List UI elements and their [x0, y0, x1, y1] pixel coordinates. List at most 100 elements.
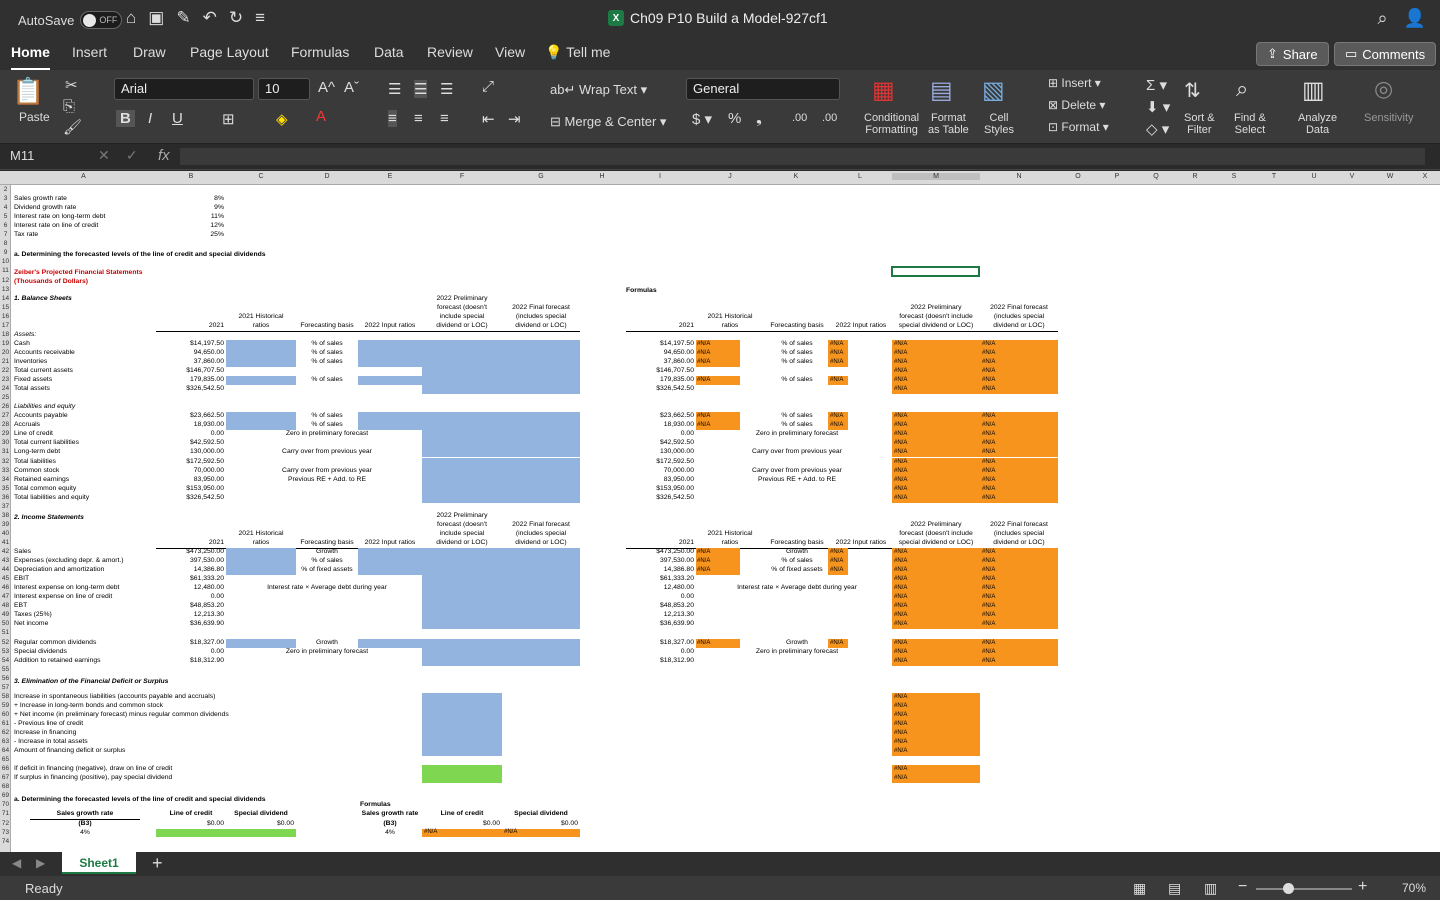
row-header[interactable]: 32: [0, 458, 11, 465]
row-header[interactable]: 4: [0, 204, 11, 211]
row-header[interactable]: 62: [0, 729, 11, 736]
row-header[interactable]: 9: [0, 249, 11, 256]
column-header-c[interactable]: C: [226, 173, 296, 180]
row-header[interactable]: 11: [0, 267, 11, 274]
merge-center-button[interactable]: ⊟ Merge & Center ▾: [550, 114, 666, 130]
column-header-r[interactable]: R: [1176, 173, 1214, 180]
row-header[interactable]: 23: [0, 376, 11, 383]
row-header[interactable]: 72: [0, 820, 11, 827]
row-header[interactable]: 8: [0, 240, 11, 247]
input-value[interactable]: 9%: [160, 204, 224, 212]
row-header[interactable]: 69: [0, 792, 11, 799]
percent-icon[interactable]: %: [728, 110, 741, 127]
row-header[interactable]: 70: [0, 801, 11, 808]
row-header[interactable]: 40: [0, 530, 11, 537]
column-header-l[interactable]: L: [828, 173, 892, 180]
row-header[interactable]: 63: [0, 738, 11, 745]
row-header[interactable]: 2: [0, 186, 11, 193]
row-header[interactable]: 60: [0, 711, 11, 718]
orientation-icon[interactable]: ⤢: [482, 78, 494, 95]
sort-filter-button[interactable]: Sort & Filter: [1184, 112, 1215, 136]
column-header-m[interactable]: M: [892, 173, 980, 180]
customize-icon[interactable]: ≡: [255, 8, 265, 28]
format-painter-icon[interactable]: 🖌: [63, 118, 82, 136]
row-header[interactable]: 58: [0, 693, 11, 700]
format-cells-button[interactable]: ⊡ Format ▾: [1048, 120, 1109, 134]
redo-icon[interactable]: ↻: [229, 8, 243, 28]
row-header[interactable]: 52: [0, 639, 11, 646]
column-header-a[interactable]: A: [11, 173, 156, 180]
column-header-i[interactable]: I: [624, 173, 696, 180]
row-header[interactable]: 6: [0, 222, 11, 229]
zoom-slider[interactable]: [1256, 888, 1352, 890]
column-header-o[interactable]: O: [1058, 173, 1098, 180]
zoom-slider-thumb[interactable]: [1283, 883, 1294, 894]
row-header[interactable]: 30: [0, 439, 11, 446]
align-top-icon[interactable]: ☰: [388, 80, 401, 98]
row-header[interactable]: 66: [0, 765, 11, 772]
sensitivity-icon[interactable]: ◎: [1374, 76, 1393, 102]
comments-button[interactable]: ▭ Comments: [1334, 42, 1437, 66]
align-middle-icon[interactable]: ☰: [414, 80, 428, 98]
edit-icon[interactable]: ✎: [176, 8, 190, 28]
sort-filter-icon[interactable]: ⇅: [1184, 78, 1201, 103]
row-header[interactable]: 43: [0, 557, 11, 564]
column-header-s[interactable]: S: [1214, 173, 1254, 180]
page-break-view-icon[interactable]: ▥: [1204, 880, 1217, 897]
copy-icon[interactable]: ⎘: [63, 98, 75, 115]
conditional-formatting-button[interactable]: Conditional Formatting: [864, 112, 919, 136]
tab-insert[interactable]: Insert: [72, 44, 107, 60]
column-header-n[interactable]: N: [980, 173, 1058, 180]
row-header[interactable]: 7: [0, 231, 11, 238]
currency-icon[interactable]: $ ▾: [692, 110, 712, 128]
column-header-p[interactable]: P: [1098, 173, 1136, 180]
page-layout-view-icon[interactable]: ▤: [1168, 880, 1181, 897]
row-header[interactable]: 24: [0, 385, 11, 392]
row-header[interactable]: 54: [0, 657, 11, 664]
underline-icon[interactable]: U: [172, 110, 183, 127]
worksheet-grid[interactable]: ABCDEFGHIJKLMNOPQRSTUVWX 2 3 4 5 6 7 8 9 10 11 12 1…: [0, 171, 1440, 852]
row-header[interactable]: 61: [0, 720, 11, 727]
tab-review[interactable]: Review: [427, 44, 473, 60]
decrease-indent-icon[interactable]: ⇤: [482, 110, 495, 128]
row-header[interactable]: 17: [0, 322, 11, 329]
row-header[interactable]: 37: [0, 503, 11, 510]
find-select-button[interactable]: Find & Select: [1234, 112, 1266, 136]
row-header[interactable]: 27: [0, 412, 11, 419]
search-icon[interactable]: ⌕: [1377, 8, 1387, 29]
row-header[interactable]: 16: [0, 313, 11, 320]
home-icon[interactable]: ⌂: [126, 8, 136, 28]
font-color-icon[interactable]: A: [316, 108, 326, 125]
row-header[interactable]: 46: [0, 584, 11, 591]
zoom-in-icon[interactable]: +: [1358, 878, 1367, 896]
row-header[interactable]: 53: [0, 648, 11, 655]
column-header-w[interactable]: W: [1370, 173, 1410, 180]
formula-input[interactable]: [180, 148, 1425, 165]
analyze-data-icon[interactable]: ▥: [1302, 76, 1325, 105]
share-button[interactable]: ⇪ Share: [1256, 42, 1329, 66]
row-header[interactable]: 36: [0, 494, 11, 501]
wrap-text-button[interactable]: ab↵ Wrap Text ▾: [550, 82, 647, 98]
row-header[interactable]: 56: [0, 675, 11, 682]
account-icon[interactable]: 👤: [1404, 8, 1426, 29]
column-header-d[interactable]: D: [296, 173, 358, 180]
column-header-g[interactable]: G: [502, 173, 580, 180]
fill-icon[interactable]: ⬇ ▾: [1146, 98, 1170, 116]
row-header[interactable]: 45: [0, 575, 11, 582]
column-header-x[interactable]: X: [1410, 173, 1440, 180]
column-header-e[interactable]: E: [358, 173, 422, 180]
italic-icon[interactable]: I: [148, 110, 152, 127]
row-header[interactable]: 15: [0, 304, 11, 311]
tab-formulas[interactable]: Formulas: [291, 44, 349, 60]
column-header-v[interactable]: V: [1334, 173, 1370, 180]
row-header[interactable]: 50: [0, 620, 11, 627]
row-header[interactable]: 73: [0, 829, 11, 836]
decrease-font-icon[interactable]: Aˇ: [344, 79, 359, 96]
autosave[interactable]: AutoSave OFF: [18, 11, 123, 29]
row-header[interactable]: 13: [0, 286, 11, 293]
row-header[interactable]: 41: [0, 539, 11, 546]
row-header[interactable]: 38: [0, 512, 11, 519]
borders-icon[interactable]: ⊞: [222, 110, 235, 128]
tab-data[interactable]: Data: [374, 44, 404, 60]
tab-home[interactable]: Home: [11, 44, 50, 71]
